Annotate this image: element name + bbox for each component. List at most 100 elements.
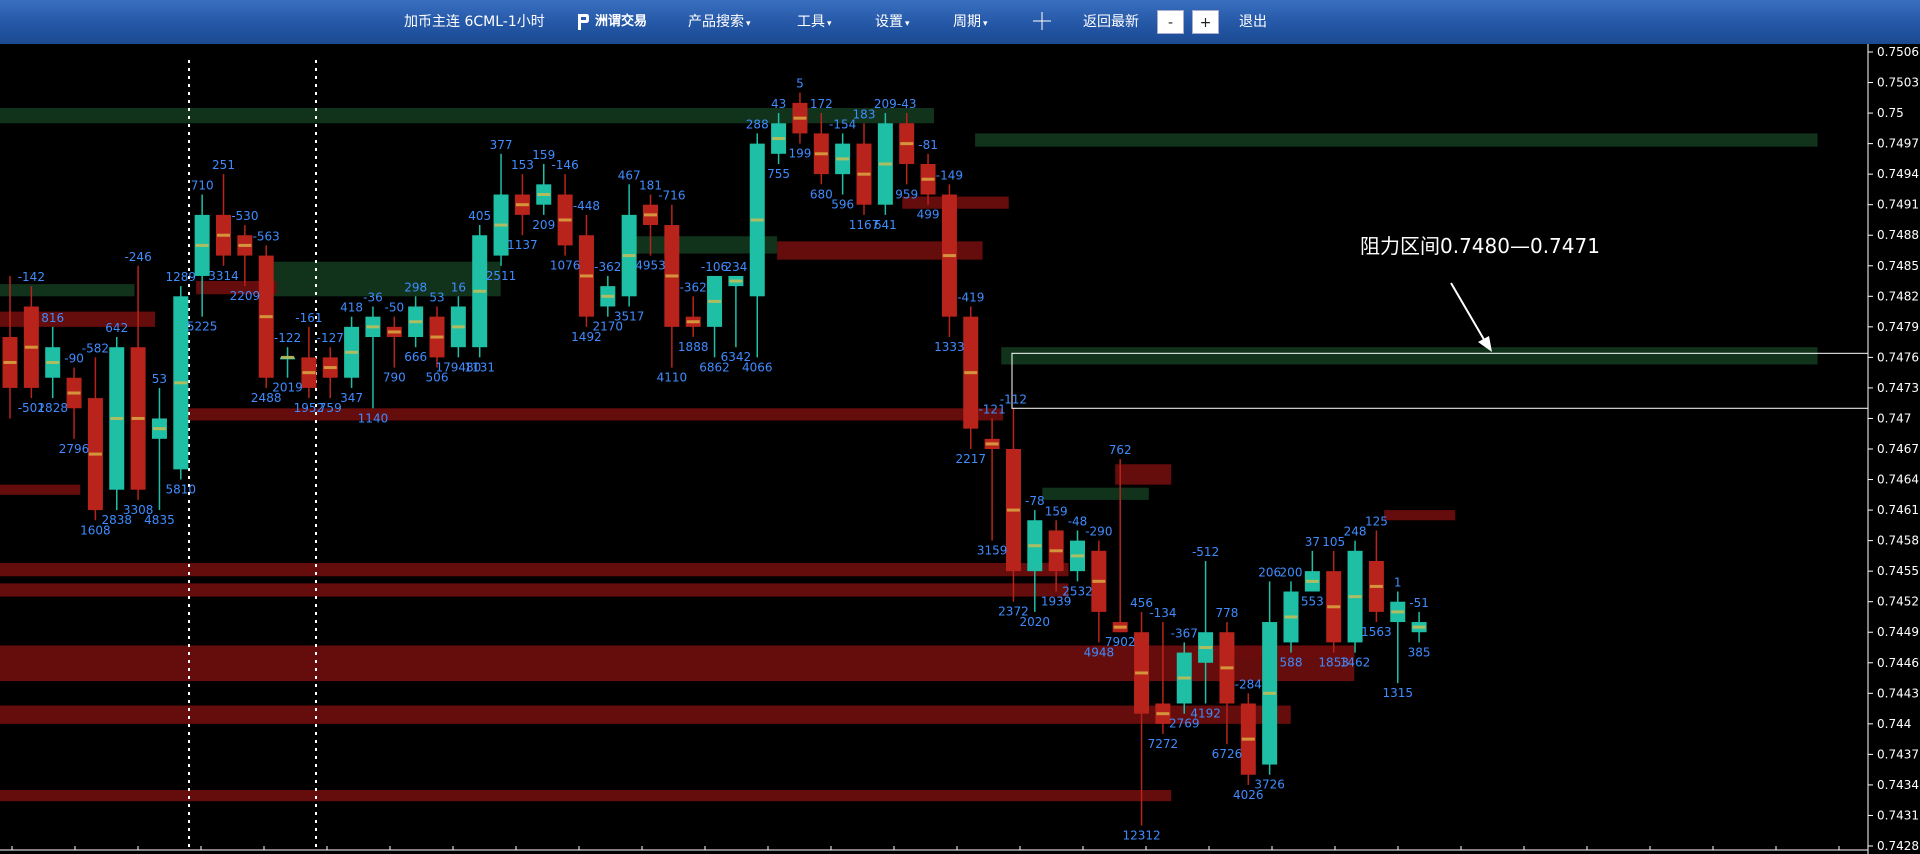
candle-label-above: -142 <box>18 270 45 284</box>
zoom-out-button[interactable]: - <box>1157 10 1184 34</box>
candle-volume-marker <box>451 325 465 329</box>
candle-volume-marker <box>1241 737 1255 741</box>
candle-volume-marker <box>1177 676 1191 680</box>
candle-label-above: -36 <box>363 290 383 304</box>
candle-label-above: -563 <box>253 229 280 243</box>
support-zone <box>1001 347 1818 365</box>
candle-label-above: 234 <box>724 260 747 274</box>
candle-volume-marker <box>409 320 423 324</box>
annotation-arrow-line <box>1450 282 1487 344</box>
candle-volume-marker <box>622 254 636 258</box>
candle-volume-marker <box>1263 691 1277 695</box>
candle-volume-marker <box>878 162 892 166</box>
candle-volume-marker <box>88 452 102 456</box>
candle-label-below: 759 <box>319 401 342 415</box>
supply-zone <box>0 583 1069 597</box>
axis-tick-label: 0.744 <box>1877 717 1911 731</box>
candle-volume-marker <box>1412 625 1426 629</box>
candle-label-above: -122 <box>274 331 301 345</box>
candle-label-below: 4192 <box>1190 706 1221 720</box>
candle-label-above: -448 <box>573 199 600 213</box>
candle-label-below: 1140 <box>358 411 389 425</box>
candle-label-above: -530 <box>231 209 258 223</box>
candle-volume-marker <box>1092 579 1106 583</box>
candle-volume-marker <box>579 274 593 278</box>
candle-label-above: -112 <box>1000 392 1027 406</box>
candle-label-above: 405 <box>468 209 491 223</box>
brand-logo[interactable]: 洲谓交易 <box>576 10 647 34</box>
candle-label-below: 3726 <box>1254 778 1285 792</box>
candle-label-below: 4110 <box>657 371 688 385</box>
candle-label-above: 288 <box>746 117 769 131</box>
candle-label-above: -81 <box>918 138 938 152</box>
candle-volume-marker <box>515 203 529 207</box>
candle-volume-marker <box>24 345 38 349</box>
candle-label-below: 5810 <box>166 483 197 497</box>
exit-button[interactable]: 退出 <box>1239 0 1267 44</box>
candle-volume-marker <box>708 299 722 303</box>
candle-volume-marker <box>281 355 295 359</box>
candle-label-above: 778 <box>1215 606 1238 620</box>
menu-product-search[interactable]: 产品搜索 ▾ <box>688 0 751 44</box>
axis-tick-label: 0.7458 <box>1877 534 1919 548</box>
candle-volume-marker <box>772 137 786 141</box>
candle-label-above: 1289 <box>166 270 197 284</box>
candle-label-below: 6726 <box>1212 747 1243 761</box>
supply-zone <box>0 645 1355 682</box>
axis-tick-label: 0.7491 <box>1877 198 1919 212</box>
candle-volume-marker <box>793 116 807 120</box>
candle-label-above: 183 <box>853 107 876 121</box>
candle-label-above: 251 <box>212 158 235 172</box>
candle-volume-marker <box>1327 605 1341 609</box>
candle-volume-marker <box>1369 584 1383 588</box>
candle-label-above: -149 <box>936 168 963 182</box>
candle-volume-marker <box>537 193 551 197</box>
candle-volume-marker <box>387 330 401 334</box>
candle-label-above: 1 <box>1394 576 1402 590</box>
menu-settings[interactable]: 设置 ▾ <box>875 0 910 44</box>
candle-label-below: 1462 <box>1340 656 1371 670</box>
candle-volume-marker <box>131 416 145 420</box>
menu-period[interactable]: 周期 ▾ <box>953 0 988 44</box>
menu-product-search-label: 产品搜索 <box>688 14 744 30</box>
candlestick-chart[interactable]: -142-5028161828-902796-58216086422838-24… <box>0 44 1920 854</box>
supply-zone <box>0 705 1291 724</box>
axis-tick-label: 0.7428 <box>1877 839 1919 853</box>
candle-volume-marker <box>601 294 615 298</box>
crosshair-icon[interactable] <box>1033 12 1051 30</box>
axis-tick-label: 0.7431 <box>1877 808 1919 822</box>
candle-label-above: 762 <box>1109 443 1132 457</box>
candle-volume-marker <box>366 325 380 329</box>
back-to-latest-button[interactable]: 返回最新 <box>1083 0 1139 44</box>
candle-label-above: -50 <box>384 301 404 315</box>
price-zones <box>0 107 1818 802</box>
candle-volume-marker <box>345 350 359 354</box>
axis-tick-label: 0.7455 <box>1877 564 1919 578</box>
candle-label-above: 200 <box>1280 565 1303 579</box>
candle-label-below: 2020 <box>1020 615 1051 629</box>
candle-label-above: -161 <box>295 311 322 325</box>
candle-label-below: 1828 <box>37 401 68 415</box>
price-axis: 0.7506 0.7503 0.75 0.7497 0.7494 0.7491 0.7488… <box>0 44 1920 854</box>
product-title: 加币主连 6CML-1小时 <box>404 14 545 30</box>
candle-volume-marker <box>1391 610 1405 614</box>
candle-volume-marker <box>942 254 956 258</box>
candle-volume-marker <box>665 274 679 278</box>
zoom-in-button[interactable]: + <box>1192 10 1219 34</box>
candle-volume-marker <box>1113 625 1127 629</box>
candle-label-below: 209 <box>532 218 555 232</box>
candle-label-below: 1888 <box>678 340 709 354</box>
candle-label-above: 467 <box>618 168 641 182</box>
candle-volume-marker <box>1071 554 1084 558</box>
candle-label-above: 816 <box>41 311 64 325</box>
candle-label-below: 588 <box>1280 656 1303 670</box>
menu-tools[interactable]: 工具 ▾ <box>797 0 832 44</box>
axis-tick-label: 0.7479 <box>1877 320 1919 334</box>
candle-label-above: -127 <box>317 331 344 345</box>
candle-label-above: 53 <box>429 290 444 304</box>
logo-text: 洲谓交易 <box>595 14 648 29</box>
supply-zone <box>0 311 156 327</box>
candle-label-below: 1315 <box>1382 686 1413 700</box>
candle-label-above: 248 <box>1344 525 1367 539</box>
candle-label-above: 16 <box>451 280 466 294</box>
